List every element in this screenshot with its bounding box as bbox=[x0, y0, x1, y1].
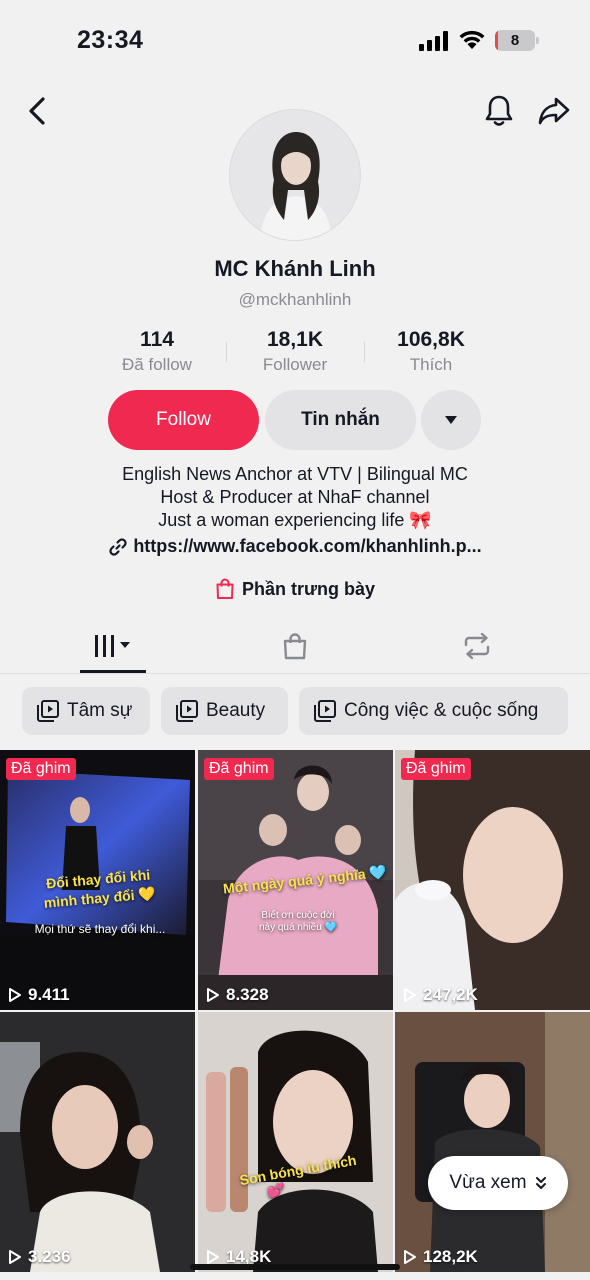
message-button[interactable]: Tin nhắn bbox=[265, 390, 416, 450]
active-tab-indicator bbox=[80, 670, 146, 673]
tab-reposts[interactable] bbox=[444, 620, 510, 672]
stat-value: 106,8K bbox=[397, 328, 465, 351]
profile-handle: @mckhanhlinh bbox=[238, 290, 352, 309]
follow-button[interactable]: Follow bbox=[108, 390, 259, 450]
recently-watched-button[interactable]: Vừa xem bbox=[428, 1156, 568, 1210]
playlist-icon bbox=[314, 700, 336, 722]
stat-following[interactable]: 114 Đã follow bbox=[87, 328, 227, 375]
bio-line: English News Anchor at VTV | Bilingual M… bbox=[122, 464, 468, 484]
collection-chip-tam-su[interactable]: Tâm sự bbox=[22, 687, 150, 735]
shopping-bag-icon bbox=[216, 578, 234, 599]
play-icon bbox=[9, 988, 21, 1002]
tab-videos[interactable] bbox=[80, 620, 146, 672]
video-tile[interactable]: Đã ghim Đổi thay đổi khi mình thay đổi 💛… bbox=[0, 750, 195, 1010]
battery-level: 8 bbox=[510, 32, 520, 49]
video-thumbnail bbox=[395, 1012, 590, 1272]
play-icon bbox=[207, 988, 219, 1002]
caption-line: Biết ơn cuộc đời bbox=[261, 910, 335, 921]
video-tile[interactable]: 3.236 bbox=[0, 1012, 195, 1272]
stat-label: Follower bbox=[262, 355, 328, 374]
chevron-left-icon bbox=[29, 97, 45, 125]
wifi-icon bbox=[459, 30, 485, 49]
profile-tabs bbox=[0, 620, 590, 674]
video-caption-sub: Biết ơn cuộc đời này quá nhiều 🩵 bbox=[248, 910, 348, 934]
showcase-label: Phần trưng bày bbox=[241, 578, 376, 599]
video-tile[interactable]: 128,2K bbox=[395, 1012, 590, 1272]
collection-chip-beauty[interactable]: Beauty bbox=[161, 687, 288, 735]
pinned-badge: Đã ghim bbox=[204, 758, 274, 780]
status-bar: 23:34 8 bbox=[0, 0, 590, 80]
stat-value: 18,1K bbox=[266, 328, 324, 351]
collection-label: Beauty bbox=[206, 700, 266, 721]
video-grid-icon bbox=[95, 635, 130, 657]
bio-line: Just a woman experiencing life 🎀 bbox=[158, 510, 432, 530]
share-button[interactable] bbox=[535, 92, 573, 130]
view-count: 9.411 bbox=[8, 985, 70, 1005]
avatar[interactable] bbox=[229, 109, 361, 241]
tab-shop[interactable] bbox=[262, 620, 328, 672]
profile-bio: English News Anchor at VTV | Bilingual M… bbox=[0, 463, 590, 532]
bell-icon bbox=[485, 95, 513, 126]
profile-name: MC Khánh Linh bbox=[214, 256, 376, 281]
view-count-value: 247,2K bbox=[423, 985, 478, 1004]
stat-likes[interactable]: 106,8K Thích bbox=[361, 328, 501, 375]
video-caption-sub: 💕 bbox=[267, 1182, 285, 1198]
more-options-button[interactable] bbox=[421, 390, 481, 450]
playlist-icon bbox=[176, 700, 198, 722]
caption-line: này quá nhiều 🩵 bbox=[258, 922, 338, 933]
notification-button[interactable] bbox=[480, 92, 518, 130]
chevron-double-down-icon bbox=[535, 1177, 546, 1189]
collection-label: Tâm sự bbox=[67, 700, 133, 721]
stat-followers[interactable]: 18,1K Follower bbox=[225, 328, 365, 375]
pinned-badge: Đã ghim bbox=[401, 758, 471, 780]
play-icon bbox=[9, 1250, 21, 1264]
cellular-signal-icon bbox=[419, 31, 449, 51]
video-tile[interactable]: Đã ghim 247,2K bbox=[395, 750, 590, 1010]
video-tile[interactable]: Đã ghim Một ngày quá ý nghĩa 🩵 Biết ơn c… bbox=[198, 750, 393, 1010]
home-indicator bbox=[190, 1264, 400, 1270]
caret-down-icon bbox=[445, 416, 457, 424]
stat-label: Thích bbox=[409, 355, 453, 374]
view-count-value: 9.411 bbox=[28, 985, 70, 1004]
status-time: 23:34 bbox=[77, 26, 144, 54]
play-icon bbox=[207, 1250, 219, 1264]
avatar-photo bbox=[230, 110, 360, 240]
play-icon bbox=[404, 988, 416, 1002]
view-count-value: 3.236 bbox=[28, 1247, 71, 1266]
play-icon bbox=[404, 1250, 416, 1264]
collection-chip-cong-viec[interactable]: Công việc & cuộc sống bbox=[299, 687, 568, 735]
view-count-value: 8.328 bbox=[226, 985, 269, 1004]
battery-icon: 8 bbox=[495, 30, 539, 51]
video-caption-sub: Mọi thứ sẽ thay đổi khi... bbox=[34, 922, 166, 936]
back-button[interactable] bbox=[20, 92, 54, 130]
video-thumbnail bbox=[0, 1012, 195, 1272]
bio-link-text: https://www.facebook.com/khanhlinh.p... bbox=[133, 536, 482, 556]
bio-link[interactable]: https://www.facebook.com/khanhlinh.p... bbox=[0, 536, 590, 557]
playlist-icon bbox=[37, 700, 59, 722]
view-count: 3.236 bbox=[8, 1247, 71, 1267]
view-count: 128,2K bbox=[403, 1247, 478, 1267]
showcase-link[interactable]: Phần trưng bày bbox=[0, 578, 590, 600]
share-arrow-icon bbox=[538, 97, 570, 125]
collection-label: Công việc & cuộc sống bbox=[344, 700, 539, 721]
view-count-value: 128,2K bbox=[423, 1247, 478, 1266]
view-count: 247,2K bbox=[403, 985, 478, 1005]
recently-watched-label: Vừa xem bbox=[449, 1172, 527, 1193]
video-tile[interactable]: Son bóng iu thích 💕 14,8K bbox=[198, 1012, 393, 1272]
stat-value: 114 bbox=[140, 328, 174, 351]
repost-icon bbox=[464, 632, 490, 660]
link-icon bbox=[109, 537, 127, 556]
video-thumbnail bbox=[395, 750, 590, 1010]
bio-line: Host & Producer at NhaF channel bbox=[160, 487, 430, 507]
shopping-bag-icon bbox=[283, 633, 307, 660]
video-thumbnail bbox=[198, 1012, 393, 1272]
view-count: 8.328 bbox=[206, 985, 269, 1005]
pinned-badge: Đã ghim bbox=[6, 758, 76, 780]
stat-label: Đã follow bbox=[122, 355, 192, 374]
